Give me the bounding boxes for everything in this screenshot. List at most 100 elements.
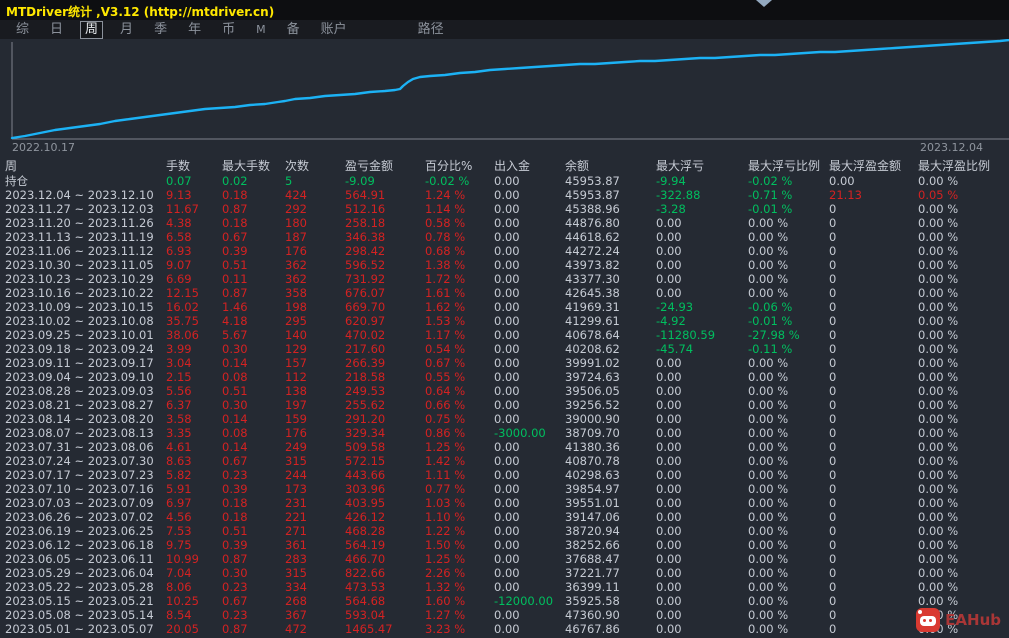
menu-item-0[interactable]: 综	[12, 22, 33, 38]
menu-item-3[interactable]: 月	[116, 22, 137, 38]
menu-item-2[interactable]: 周	[80, 20, 104, 39]
value-cell: 0	[829, 594, 837, 608]
menu-item-4[interactable]: 季	[150, 22, 171, 38]
value-cell: 0	[829, 230, 837, 244]
value-cell: 5.56	[166, 384, 192, 398]
value-cell: 0.51	[222, 258, 248, 272]
value-cell: 0	[829, 314, 837, 328]
table-row: 2023.06.05 ~ 2023.06.11 10.99 0.87 283 466.7…	[0, 552, 1009, 566]
value-cell: 593.04	[345, 608, 386, 622]
value-cell: 0.00	[656, 258, 682, 272]
menu-item-1[interactable]: 日	[46, 22, 67, 38]
value-cell: 0	[829, 454, 837, 468]
value-cell: 564.68	[345, 594, 386, 608]
value-cell: 0.00	[494, 328, 520, 342]
period-cell: 2023.06.12 ~ 2023.06.18	[5, 538, 154, 552]
value-cell: 1.53 %	[425, 314, 466, 328]
value-cell: 40298.63	[565, 468, 620, 482]
table-row: 2023.11.13 ~ 2023.11.19 6.58 0.67 187 346.38…	[0, 230, 1009, 244]
value-cell: 44272.24	[565, 244, 620, 258]
table-row: 2023.10.23 ~ 2023.10.29 6.69 0.11 362 731.92…	[0, 272, 1009, 286]
value-cell: 41969.31	[565, 300, 620, 314]
menu-item-8[interactable]: 备	[283, 22, 304, 38]
value-cell: 0.86 %	[425, 426, 466, 440]
period-cell: 2023.07.24 ~ 2023.07.30	[5, 454, 154, 468]
value-cell: 0.00	[656, 286, 682, 300]
menu-item-10[interactable]: 路径	[414, 22, 448, 38]
value-cell: 38720.94	[565, 524, 620, 538]
value-cell: 0.00 %	[748, 580, 789, 594]
menu-item-6[interactable]: 币	[218, 22, 239, 38]
menu-item-7[interactable]: M	[252, 22, 270, 38]
period-cell: 2023.06.26 ~ 2023.07.02	[5, 510, 154, 524]
table-row: 2023.10.30 ~ 2023.11.05 9.07 0.51 362 596.52…	[0, 258, 1009, 272]
value-cell: 44876.80	[565, 216, 620, 230]
value-cell: 2.26 %	[425, 566, 466, 580]
value-cell: 0	[829, 510, 837, 524]
chevron-down-icon[interactable]	[756, 0, 772, 7]
stats-table: 周 手数 最大手数 次数 盈亏金额 百分比% 出入金 余额 最大浮亏 最大浮亏比例 最大浮盈金额 最大…	[0, 159, 1009, 638]
value-cell: 512.16	[345, 202, 386, 216]
value-cell: 0	[829, 496, 837, 510]
value-cell: 291.20	[345, 412, 386, 426]
value-cell: 0.00	[494, 216, 520, 230]
value-cell: 40208.62	[565, 342, 620, 356]
value-cell: 329.34	[345, 426, 386, 440]
watermark-label: EAHub	[945, 611, 1001, 629]
menu-item-5[interactable]: 年	[184, 22, 205, 38]
value-cell: 0.67	[222, 230, 248, 244]
value-cell: 231	[285, 496, 307, 510]
value-cell: 0.39	[222, 538, 248, 552]
value-cell: -3000.00	[494, 426, 546, 440]
value-cell: 0.00 %	[748, 524, 789, 538]
value-cell: 5.91	[166, 482, 192, 496]
value-cell: 0.00 %	[748, 244, 789, 258]
period-cell: 2023.09.18 ~ 2023.09.24	[5, 342, 154, 356]
column-header: 次数	[285, 159, 310, 173]
value-cell: 0.00 %	[748, 370, 789, 384]
value-cell: 0.00 %	[748, 230, 789, 244]
value-cell: 0	[829, 608, 837, 622]
value-cell: -4.92	[656, 314, 686, 328]
value-cell: 20.05	[166, 622, 199, 636]
value-cell: 1.22 %	[425, 524, 466, 538]
value-cell: 221	[285, 510, 307, 524]
value-cell: 8.06	[166, 580, 192, 594]
balance-chart: 2022.10.17 2023.12.04	[0, 39, 1009, 154]
period-cell: 2023.07.17 ~ 2023.07.23	[5, 468, 154, 482]
value-cell: 1.50 %	[425, 538, 466, 552]
value-cell: 0.00 %	[918, 314, 959, 328]
value-cell: 0.00	[494, 524, 520, 538]
value-cell: 37221.77	[565, 566, 620, 580]
value-cell: 0.00 %	[918, 342, 959, 356]
value-cell: 0.00	[656, 622, 682, 636]
value-cell: 473.53	[345, 580, 386, 594]
value-cell: 0.87	[222, 552, 248, 566]
menu-item-9[interactable]: 账户	[317, 22, 351, 38]
value-cell: -9.09	[345, 173, 375, 188]
period-cell: 2023.07.31 ~ 2023.08.06	[5, 440, 154, 454]
table-row: 2023.06.26 ~ 2023.07.02 4.56 0.18 221 426.12…	[0, 510, 1009, 524]
watermark[interactable]: EAHub	[916, 608, 1001, 632]
value-cell: -0.11 %	[748, 342, 793, 356]
value-cell: 3.04	[166, 356, 192, 370]
value-cell: 0.00	[656, 552, 682, 566]
value-cell: -24.93	[656, 300, 694, 314]
value-cell: 10.99	[166, 552, 199, 566]
value-cell: 0.00	[656, 384, 682, 398]
period-cell: 2023.05.15 ~ 2023.05.21	[5, 594, 154, 608]
value-cell: 5.82	[166, 468, 192, 482]
value-cell: 1.11 %	[425, 468, 466, 482]
column-header: 出入金	[494, 159, 531, 173]
value-cell: 180	[285, 216, 307, 230]
value-cell: 4.18	[222, 314, 248, 328]
value-cell: 0.00 %	[748, 594, 789, 608]
period-cell: 2023.11.27 ~ 2023.12.03	[5, 202, 154, 216]
value-cell: 0.67	[222, 594, 248, 608]
period-cell: 2023.10.23 ~ 2023.10.29	[5, 272, 154, 286]
value-cell: 0.00	[494, 314, 520, 328]
value-cell: 472	[285, 622, 307, 636]
period-cell: 2023.11.13 ~ 2023.11.19	[5, 230, 154, 244]
value-cell: 0.00	[656, 482, 682, 496]
value-cell: 0.00 %	[748, 454, 789, 468]
